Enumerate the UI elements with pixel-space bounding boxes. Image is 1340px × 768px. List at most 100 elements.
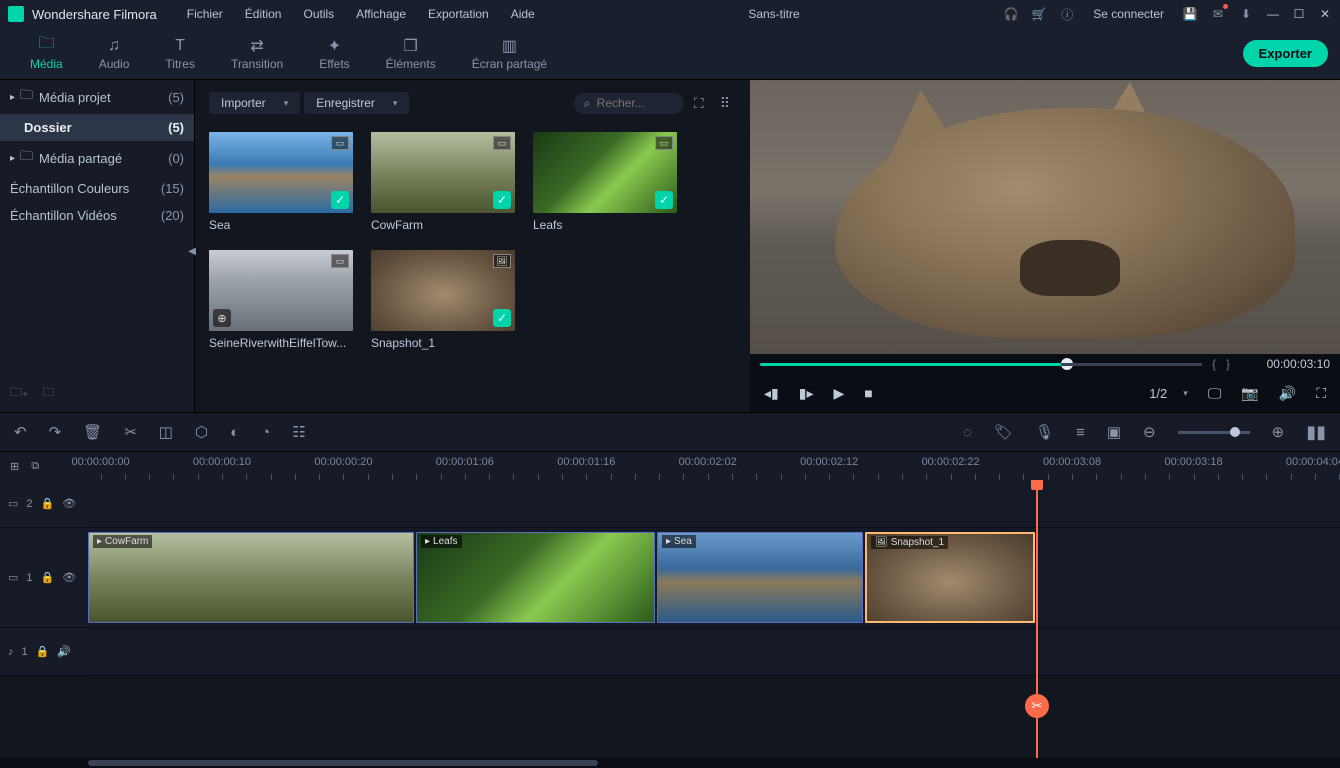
preview-controls: ◂▮ ▮▸ ▶ ■ 1/2▾ 🖵 📷 🔊 ⛶ <box>750 374 1340 412</box>
track-body[interactable] <box>88 628 1340 675</box>
menu-help[interactable]: Aide <box>501 3 545 25</box>
snapshot-icon[interactable]: 📷 <box>1241 385 1258 402</box>
clip-leafs[interactable]: ▸Leafs <box>416 532 655 623</box>
fit-icon[interactable]: ▮▮ <box>1306 422 1326 443</box>
tab-splitscreen[interactable]: ▥Écran partagé <box>454 31 565 77</box>
mail-icon[interactable]: ✉ <box>1210 6 1226 22</box>
speed-icon[interactable]: ⬡ <box>195 423 208 441</box>
sidebar-item-folder[interactable]: Dossier(5) <box>0 114 194 141</box>
download-icon[interactable]: ⬇ <box>1238 6 1254 22</box>
clip-snapshot[interactable]: 🖼Snapshot_1 <box>865 532 1035 623</box>
lock-icon[interactable]: 🔒 <box>36 645 50 658</box>
crop-icon[interactable]: ◫ <box>159 423 173 441</box>
maximize-button[interactable]: ☐ <box>1292 7 1306 21</box>
eye-icon[interactable]: 👁 <box>62 571 76 584</box>
timeline-ruler[interactable]: ⊞ ⧉ 00:00:00:0000:00:00:1000:00:00:2000:… <box>0 452 1340 480</box>
track-head-v2[interactable]: ▭2🔒👁 <box>0 480 88 527</box>
seek-thumb[interactable] <box>1061 358 1073 370</box>
volume-icon[interactable]: 🔊 <box>1279 385 1296 402</box>
mic-icon[interactable]: 🎙 <box>1035 423 1054 441</box>
playhead[interactable]: ✂ <box>1036 480 1038 758</box>
settings-icon[interactable]: ☷ <box>292 423 305 441</box>
headset-icon[interactable]: 🎧 <box>1003 6 1019 22</box>
sidebar-item-project-media[interactable]: ▸🗀Média projet(5) <box>0 80 194 114</box>
next-frame-button[interactable]: ▮▸ <box>799 385 814 402</box>
tab-audio[interactable]: ♫Audio <box>81 31 148 77</box>
play-button[interactable]: ▶ <box>833 385 844 402</box>
tab-elements[interactable]: ❐Éléments <box>368 31 454 77</box>
mark-in-icon[interactable]: { <box>1212 357 1216 371</box>
track-body[interactable]: ▸CowFarm ▸Leafs ▸Sea 🖼Snapshot_1 <box>88 528 1340 627</box>
mixer-icon[interactable]: ≡ <box>1076 424 1085 441</box>
clip-sea[interactable]: ▸Sea <box>657 532 863 623</box>
media-thumb-leafs[interactable]: ▭✓Leafs <box>533 132 677 232</box>
tab-effects[interactable]: ✦Effets <box>301 31 367 77</box>
scrollbar-thumb[interactable] <box>88 760 598 766</box>
menu-edit[interactable]: Édition <box>235 3 292 25</box>
folder-icon[interactable]: 🗀 <box>42 383 54 404</box>
duration-icon[interactable]: ◔ <box>261 424 270 441</box>
tab-media[interactable]: 🗀Média <box>12 31 81 77</box>
delete-icon[interactable]: 🗑 <box>83 423 102 441</box>
marker-icon[interactable]: 🏷 <box>994 423 1013 441</box>
zoom-slider[interactable] <box>1178 431 1250 434</box>
cart-icon[interactable]: 🛒 <box>1031 6 1047 22</box>
tab-transition[interactable]: ⇄Transition <box>213 31 301 77</box>
link-icon[interactable]: ⧉ <box>31 460 39 473</box>
new-folder-icon[interactable]: 🗀₊ <box>10 383 28 404</box>
speaker-icon[interactable]: 🔊 <box>57 645 71 658</box>
seek-track[interactable] <box>760 363 1202 366</box>
sign-in-link[interactable]: Se connecter <box>1087 3 1170 25</box>
collapse-sidebar-icon[interactable]: ◀ <box>188 246 196 257</box>
media-thumb-sea[interactable]: ▭✓Sea <box>209 132 353 232</box>
timeline-scrollbar[interactable] <box>0 758 1340 768</box>
sidebar-item-sample-videos[interactable]: Échantillon Vidéos(20) <box>0 202 194 229</box>
display-icon[interactable]: 🖵 <box>1208 385 1222 402</box>
eye-icon[interactable]: 👁 <box>62 497 76 510</box>
track-head-v1[interactable]: ▭1🔒👁 <box>0 528 88 627</box>
save-dropdown[interactable]: Enregistrer▾ <box>304 92 409 114</box>
import-dropdown[interactable]: Importer▾ <box>209 92 300 114</box>
export-button[interactable]: Exporter <box>1243 40 1328 67</box>
clip-cowfarm[interactable]: ▸CowFarm <box>88 532 414 623</box>
tab-titles[interactable]: TTitres <box>147 31 213 77</box>
add-icon[interactable]: ⊕ <box>213 309 231 327</box>
menu-view[interactable]: Affichage <box>346 3 416 25</box>
menu-tools[interactable]: Outils <box>293 3 344 25</box>
split-icon[interactable]: ✂ <box>1025 694 1049 718</box>
mark-out-icon[interactable]: } <box>1226 357 1230 371</box>
track-head-a1[interactable]: ♪1🔒🔊 <box>0 628 88 675</box>
media-thumb-seine[interactable]: ▭⊕SeineRiverwithEiffelTow... <box>209 250 353 350</box>
save-icon[interactable]: 💾 <box>1182 6 1198 22</box>
render-icon[interactable]: ◌ <box>963 424 972 441</box>
fullscreen-icon[interactable]: ⛶ <box>1316 385 1326 402</box>
zoom-out-icon[interactable]: ⊖ <box>1143 423 1156 441</box>
menu-export[interactable]: Exportation <box>418 3 499 25</box>
menu-file[interactable]: Fichier <box>177 3 233 25</box>
minimize-button[interactable]: — <box>1266 7 1280 21</box>
redo-icon[interactable]: ↷ <box>49 423 62 441</box>
filter-icon[interactable]: ⛶ <box>688 95 710 112</box>
lock-icon[interactable]: 🔒 <box>41 497 55 510</box>
sidebar-item-sample-colors[interactable]: Échantillon Couleurs(15) <box>0 175 194 202</box>
media-thumb-snapshot[interactable]: 🖼✓Snapshot_1 <box>371 250 515 350</box>
snap-icon[interactable]: ▣ <box>1107 423 1121 441</box>
media-thumb-cowfarm[interactable]: ▭✓CowFarm <box>371 132 515 232</box>
sidebar-item-shared-media[interactable]: ▸🗀Média partagé(0) <box>0 141 194 175</box>
stop-button[interactable]: ■ <box>864 385 872 401</box>
close-button[interactable]: ✕ <box>1318 7 1332 21</box>
grid-icon[interactable]: ⠿ <box>714 95 736 112</box>
color-icon[interactable]: ◐ <box>230 424 239 441</box>
cut-icon[interactable]: ✂ <box>124 423 137 441</box>
preview-canvas[interactable] <box>750 80 1340 354</box>
track-body[interactable] <box>88 480 1340 527</box>
zoom-in-icon[interactable]: ⊕ <box>1272 423 1285 441</box>
prev-frame-button[interactable]: ◂▮ <box>764 385 779 402</box>
search-input[interactable]: ⌕ <box>574 93 684 114</box>
undo-icon[interactable]: ↶ <box>14 423 27 441</box>
add-track-icon[interactable]: ⊞ <box>10 460 19 473</box>
info-icon[interactable]: ⓘ <box>1059 6 1075 22</box>
lock-icon[interactable]: 🔒 <box>41 571 55 584</box>
search-field[interactable] <box>597 96 667 110</box>
preview-ratio-dropdown[interactable]: 1/2▾ <box>1149 386 1188 401</box>
